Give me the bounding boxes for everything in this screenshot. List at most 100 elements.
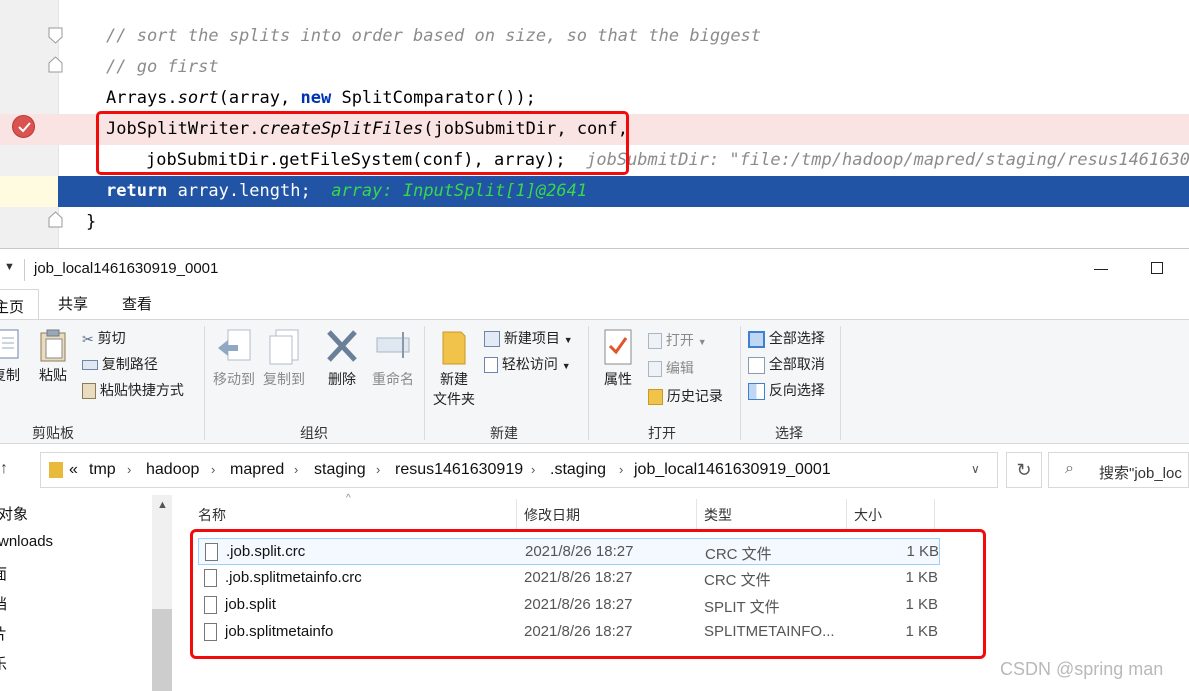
refresh-icon[interactable]: ↻ [1006, 452, 1042, 488]
nav-item[interactable]: 片 [0, 623, 7, 644]
code-keyword: new [300, 88, 332, 108]
breadcrumb-chevron-icon[interactable]: › [211, 462, 215, 477]
properties-icon [604, 329, 632, 365]
maximize-icon[interactable] [1151, 262, 1163, 274]
nav-item[interactable]: 乐 [0, 653, 7, 674]
new-folder-label: 新建 [440, 371, 468, 387]
edit-button[interactable]: 编辑 [648, 358, 694, 378]
column-divider[interactable] [846, 499, 847, 529]
chevron-down-icon[interactable]: ∨ [971, 462, 980, 476]
breadcrumb-item[interactable]: hadoop [146, 461, 199, 479]
tab-label: 主页 [0, 299, 25, 316]
new-item-button[interactable]: 新建项目 ▼ [484, 328, 573, 348]
copy-icon [0, 329, 19, 359]
breadcrumb-chevron-icon[interactable]: › [294, 462, 298, 477]
paste-shortcut-icon [82, 383, 96, 400]
group-divider [740, 326, 741, 440]
new-folder-button[interactable]: 新建 文件夹 [430, 328, 478, 409]
breadcrumb-chevron-icon[interactable]: › [619, 462, 623, 477]
select-all-button[interactable]: 全部选择 [748, 328, 825, 348]
paste-button[interactable]: 粘贴 [36, 328, 70, 385]
breadcrumb-item[interactable]: resus1461630919 [395, 461, 523, 479]
chevron-down-icon: ▼ [697, 337, 707, 347]
code-line[interactable]: Arrays.sort(array, new SplitComparator()… [0, 83, 1189, 114]
edit-icon [648, 361, 662, 378]
delete-label: 删除 [328, 371, 356, 387]
breadcrumb-item-current[interactable]: job_local1461630919_0001 [634, 461, 831, 479]
tab-share[interactable]: 共享 [58, 293, 88, 314]
column-header-type[interactable]: 类型 [704, 505, 732, 525]
breakpoint-icon[interactable] [12, 115, 35, 138]
column-header-name[interactable]: 名称 [198, 505, 226, 525]
breadcrumb-chevron-icon[interactable]: › [531, 462, 535, 477]
breadcrumb-item[interactable]: tmp [89, 461, 116, 479]
copy-to-button[interactable]: 复制到 [260, 328, 308, 389]
move-to-button[interactable]: 移动到 [210, 328, 258, 389]
breadcrumb-overflow[interactable]: « [69, 461, 78, 479]
minimize-icon[interactable] [1094, 269, 1108, 270]
folder-icon [442, 331, 466, 365]
copy-path-label: 复制路径 [101, 356, 158, 372]
open-button[interactable]: 打开 ▼ [648, 330, 707, 350]
chevron-down-icon: ▼ [563, 335, 573, 345]
column-divider[interactable] [934, 499, 935, 529]
select-none-button[interactable]: 全部取消 [748, 354, 825, 374]
tab-view[interactable]: 查看 [122, 293, 152, 314]
address-row: ↑ « tmp › hadoop › mapred › staging › re… [0, 452, 1189, 488]
breadcrumb-item[interactable]: mapred [230, 461, 284, 479]
cut-icon: ✂ [82, 330, 94, 347]
invert-selection-button[interactable]: 反向选择 [748, 380, 825, 400]
easy-access-button[interactable]: 轻松访问 ▼ [484, 354, 571, 374]
up-arrow-icon[interactable]: ↑ [0, 460, 8, 478]
breadcrumb-chevron-icon[interactable]: › [376, 462, 380, 477]
history-label: 历史记录 [666, 388, 723, 404]
rename-button[interactable]: 重命名 [368, 328, 418, 389]
scroll-up-icon[interactable]: ▲ [157, 499, 168, 511]
group-label-new: 新建 [490, 425, 518, 441]
copy-button[interactable]: 复制 [0, 328, 26, 385]
highlight-box [96, 111, 629, 175]
breadcrumb-item[interactable]: staging [314, 461, 366, 479]
inline-debug-hint: jobSubmitDir: "file:/tmp/hadoop/mapred/s… [586, 150, 1189, 170]
nav-item[interactable]: wnloads [0, 533, 53, 550]
quick-access-dropdown-icon[interactable]: ▼ [4, 261, 15, 273]
column-divider[interactable] [516, 499, 517, 529]
code-editor[interactable]: // sort the splits into order based on s… [0, 0, 1189, 248]
breadcrumb-chevron-icon[interactable]: › [127, 462, 131, 477]
search-input[interactable]: ⌕ 搜索"job_loc [1048, 452, 1189, 488]
select-all-label: 全部选择 [768, 330, 825, 346]
nav-item[interactable]: 档 [0, 593, 7, 614]
paste-label: 粘贴 [39, 367, 67, 383]
address-bar[interactable]: « tmp › hadoop › mapred › staging › resu… [40, 452, 998, 488]
nav-item[interactable]: 面 [0, 563, 7, 584]
new-item-icon [484, 331, 500, 348]
scrollbar-thumb[interactable] [152, 609, 172, 691]
tab-home[interactable]: 主页 [0, 289, 39, 320]
cut-button[interactable]: ✂ 剪切 [82, 328, 126, 348]
copy-path-button[interactable]: 复制路径 [82, 354, 158, 374]
ribbon: 复制 粘贴 ✂ 剪切 复制路径 粘贴快捷方式 剪贴板 移动到 复制到 [0, 319, 1189, 444]
code-line[interactable]: } [0, 207, 1189, 238]
scrollbar[interactable]: ▲ [152, 495, 172, 691]
column-header-date[interactable]: 修改日期 [524, 505, 580, 525]
group-label-clipboard: 剪贴板 [32, 425, 74, 441]
properties-button[interactable]: 属性 [596, 328, 640, 389]
code-keyword: return [106, 181, 168, 201]
execution-line[interactable]: return array.length; array: InputSplit[1… [0, 176, 1189, 207]
invert-selection-icon [748, 382, 765, 400]
nav-item[interactable]: 对象 [0, 503, 28, 524]
column-header-size[interactable]: 大小 [854, 505, 882, 525]
code-line[interactable]: // go first [0, 52, 1189, 83]
copy-label: 复制 [0, 367, 20, 383]
group-label-open: 打开 [648, 425, 676, 441]
code-token: Arrays. [106, 88, 178, 108]
invert-selection-label: 反向选择 [768, 382, 825, 398]
easy-access-icon [484, 357, 498, 374]
delete-button[interactable]: 删除 [322, 328, 362, 389]
history-button[interactable]: 历史记录 [648, 386, 723, 406]
paste-shortcut-button[interactable]: 粘贴快捷方式 [82, 380, 184, 400]
navigation-pane: 对象 wnloads 面 档 片 乐 ▲ [0, 495, 174, 691]
code-line[interactable]: // sort the splits into order based on s… [0, 21, 1189, 52]
breadcrumb-item[interactable]: .staging [550, 461, 606, 479]
column-divider[interactable] [696, 499, 697, 529]
